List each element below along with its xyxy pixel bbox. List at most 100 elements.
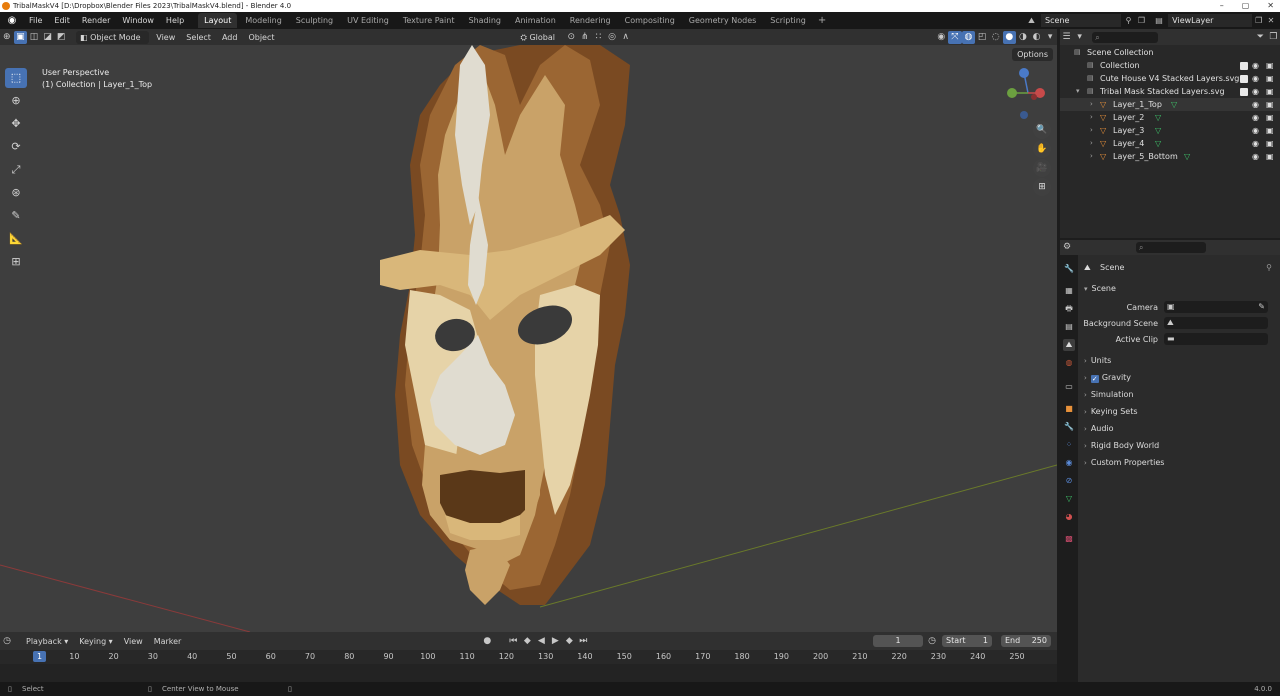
display-mode-icon[interactable]: ▾ <box>1073 31 1086 44</box>
output-tab-icon[interactable]: 🖶 <box>1063 303 1075 315</box>
menu-render[interactable]: Render <box>76 12 116 29</box>
outliner-layer-2[interactable]: › ▽ Layer_2 ▽ ◉ ▣ <box>1060 111 1280 124</box>
scene-panel-header[interactable]: ▾ Scene <box>1084 281 1276 296</box>
options-dropdown[interactable]: Options <box>1012 48 1053 61</box>
expand-arrow-icon[interactable]: › <box>1090 137 1093 150</box>
new-collection-icon[interactable]: ❐ <box>1267 31 1280 44</box>
orientation-dropdown[interactable]: ⛭ Global ▾ <box>517 31 565 55</box>
menu-playback[interactable]: Playback ▾ <box>22 635 72 648</box>
menu-help[interactable]: Help <box>160 12 190 29</box>
object-tab-icon[interactable]: ■ <box>1063 403 1075 415</box>
editor-type-icon[interactable]: ⊕ <box>0 31 14 44</box>
cursor-icon[interactable]: ⊕ <box>5 91 27 111</box>
falloff-icon[interactable]: ∧ <box>619 31 633 44</box>
background-scene-field[interactable]: ⛰ <box>1164 317 1268 329</box>
physics-tab-icon[interactable]: ◉ <box>1063 457 1075 469</box>
add-workspace-button[interactable]: + <box>812 15 832 26</box>
select-box-icon[interactable]: ⬚ <box>5 68 27 88</box>
visibility-eye-icon[interactable]: ◉ <box>1252 111 1259 124</box>
constraints-tab-icon[interactable]: ⊘ <box>1063 475 1075 487</box>
gizmo-icon[interactable]: ⤧ <box>948 30 962 44</box>
scene-selector[interactable]: ⛰ Scene ⚲ ❐ <box>1024 13 1152 28</box>
select-mode-subtract-icon[interactable]: ◪ <box>41 31 55 44</box>
pin-icon[interactable]: ⚲ <box>1123 15 1134 26</box>
menu-edit[interactable]: Edit <box>48 12 76 29</box>
shading-options-icon[interactable]: ▾ <box>1043 31 1057 44</box>
world-tab-icon[interactable]: ◍ <box>1063 357 1075 369</box>
pan-hand-icon[interactable]: ✋ <box>1033 140 1051 158</box>
properties-search-input[interactable]: ⌕ <box>1136 242 1206 253</box>
material-tab-icon[interactable]: ◕ <box>1063 511 1075 523</box>
preview-range-icon[interactable]: ◷ <box>925 635 939 648</box>
visibility-eye-icon[interactable]: ◉ <box>1252 72 1259 85</box>
outliner-collection[interactable]: ▤ Collection ◉ ▣ <box>1060 59 1280 72</box>
blender-menu-icon[interactable]: ◉ <box>5 14 19 28</box>
tab-uv-editing[interactable]: UV Editing <box>341 13 395 28</box>
collection-tab-icon[interactable]: ▭ <box>1063 381 1075 393</box>
filter-icon[interactable]: ⏷ <box>1254 31 1267 44</box>
properties-editor-icon[interactable]: ⚙ <box>1060 241 1074 254</box>
end-frame-field[interactable]: End 250 <box>1001 635 1051 647</box>
outliner-layer-4[interactable]: › ▽ Layer_4 ▽ ◉ ▣ <box>1060 137 1280 150</box>
timeline-editor-icon[interactable]: ◷ <box>0 635 14 648</box>
active-clip-field[interactable]: ▬ <box>1164 333 1268 345</box>
menu-object[interactable]: Object <box>244 31 278 44</box>
view-layer-tab-icon[interactable]: ▤ <box>1063 321 1075 333</box>
render-camera-icon[interactable]: ▣ <box>1266 59 1274 72</box>
texture-tab-icon[interactable]: ▩ <box>1063 533 1075 545</box>
view-layer-field[interactable]: ViewLayer <box>1168 14 1252 27</box>
proportional-edit-icon[interactable]: ◎ <box>605 31 619 44</box>
tab-shading[interactable]: Shading <box>462 13 507 28</box>
render-camera-icon[interactable]: ▣ <box>1266 137 1274 150</box>
minimize-button[interactable]: – <box>1220 0 1224 12</box>
expand-arrow-icon[interactable]: › <box>1090 150 1093 163</box>
menu-view[interactable]: View <box>152 31 179 44</box>
select-mode-invert-icon[interactable]: ◩ <box>54 31 68 44</box>
outliner-editor-icon[interactable]: ☰ <box>1060 31 1073 44</box>
visibility-eye-icon[interactable]: ◉ <box>1252 59 1259 72</box>
record-icon[interactable]: ● <box>480 635 494 648</box>
view-layer-selector[interactable]: ▤ ViewLayer ❐ ✕ <box>1152 13 1276 28</box>
outliner-search-input[interactable]: ⌕ <box>1092 31 1158 43</box>
render-camera-icon[interactable]: ▣ <box>1266 72 1274 85</box>
tab-compositing[interactable]: Compositing <box>619 13 681 28</box>
units-panel-header[interactable]: › Units <box>1084 353 1276 368</box>
tab-sculpting[interactable]: Sculpting <box>290 13 339 28</box>
tab-animation[interactable]: Animation <box>509 13 562 28</box>
render-camera-icon[interactable]: ▣ <box>1266 150 1274 163</box>
pivot-icon[interactable]: ⊙ <box>564 31 578 44</box>
outliner-scene-collection[interactable]: ▤ Scene Collection <box>1060 46 1280 59</box>
outliner-tribal-mask-collection[interactable]: ▾ ▤ Tribal Mask Stacked Layers.svg ◉ ▣ <box>1060 85 1280 98</box>
render-camera-icon[interactable]: ▣ <box>1266 85 1274 98</box>
add-cube-icon[interactable]: ⊞ <box>5 252 27 272</box>
timeline-track-area[interactable] <box>0 664 1057 682</box>
rendered-shading-icon[interactable]: ◐ <box>1030 31 1044 44</box>
tab-modeling[interactable]: Modeling <box>239 13 287 28</box>
menu-select[interactable]: Select <box>182 31 215 44</box>
play-icon[interactable]: ▶ <box>548 635 562 648</box>
visibility-eye-icon[interactable]: ◉ <box>1252 98 1259 111</box>
view-object-types-icon[interactable]: ◉ <box>934 31 948 44</box>
menu-marker[interactable]: Marker <box>150 635 186 648</box>
remove-view-layer-icon[interactable]: ✕ <box>1266 15 1276 26</box>
new-scene-icon[interactable]: ❐ <box>1136 15 1147 26</box>
navigation-gizmo[interactable] <box>1004 67 1052 123</box>
solid-shading-icon[interactable]: ● <box>1002 30 1017 44</box>
material-shading-icon[interactable]: ◑ <box>1016 31 1030 44</box>
select-mode-extend-icon[interactable]: ◫ <box>27 31 41 44</box>
custom-properties-panel-header[interactable]: › Custom Properties <box>1084 455 1276 470</box>
tab-geometry-nodes[interactable]: Geometry Nodes <box>683 13 762 28</box>
transform-icon[interactable]: ⊛ <box>5 183 27 203</box>
menu-window[interactable]: Window <box>116 12 160 29</box>
current-frame-field[interactable]: 1 <box>873 635 923 647</box>
object-mode-dropdown[interactable]: ◧ Object Mode ▾ <box>76 30 150 55</box>
keying-sets-panel-header[interactable]: › Keying Sets <box>1084 404 1276 419</box>
menu-keying[interactable]: Keying ▾ <box>75 635 116 648</box>
expand-arrow-icon[interactable]: › <box>1090 124 1093 137</box>
move-icon[interactable]: ✥ <box>5 114 27 134</box>
new-view-layer-icon[interactable]: ❐ <box>1254 15 1264 26</box>
particles-tab-icon[interactable]: ⁘ <box>1063 439 1075 451</box>
render-camera-icon[interactable]: ▣ <box>1266 111 1274 124</box>
tab-layout[interactable]: Layout <box>198 13 238 28</box>
next-keyframe-icon[interactable]: ◆ <box>562 635 576 648</box>
